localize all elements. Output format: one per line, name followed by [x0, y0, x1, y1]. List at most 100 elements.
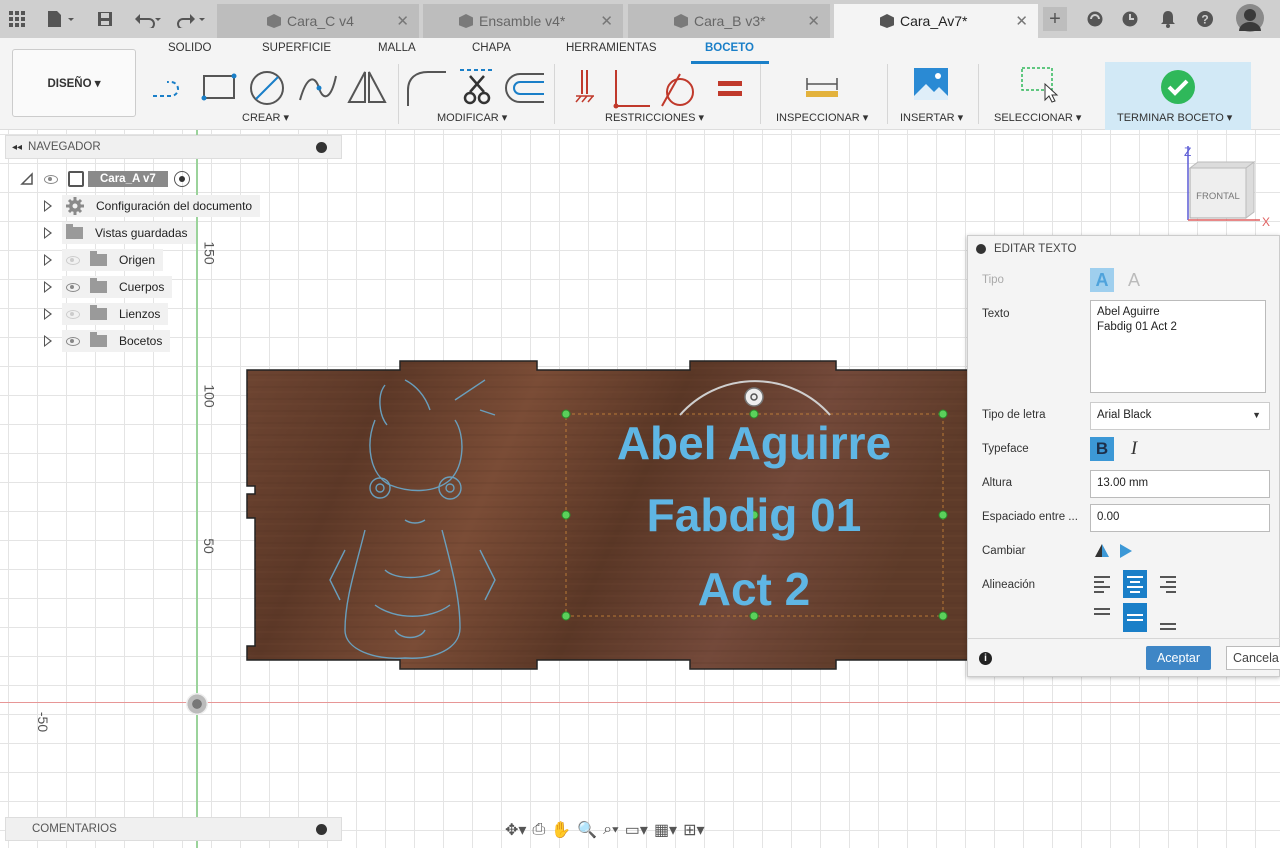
visibility-eye-icon[interactable] — [66, 282, 80, 292]
group-modificar[interactable]: MODIFICAR ▾ — [437, 111, 507, 124]
align-bottom-button[interactable] — [1156, 608, 1180, 632]
root-component-label[interactable]: Cara_A v7 — [88, 171, 168, 187]
undo-icon[interactable] — [132, 8, 166, 30]
mirror-tool-icon[interactable] — [345, 68, 387, 108]
font-select[interactable]: Arial Black ▼ — [1090, 402, 1270, 430]
group-terminar[interactable]: TERMINAR BOCETO ▾ — [1117, 111, 1232, 124]
fillet-tool-icon[interactable] — [404, 68, 448, 108]
trim-tool-icon[interactable] — [456, 66, 498, 108]
expand-triangle-icon[interactable] — [44, 335, 52, 347]
sketch-text-line-2[interactable]: Fabdig 01 — [647, 489, 862, 541]
sketch-text-line-3[interactable]: Act 2 — [698, 563, 810, 615]
help-icon[interactable]: ? — [1194, 8, 1216, 30]
sketch-board-body[interactable]: Abel Aguirre Fabdig 01 Act 2 — [245, 360, 970, 670]
close-icon[interactable]: ✕ — [1015, 12, 1028, 30]
visibility-eye-icon[interactable] — [66, 336, 80, 346]
navigator-item-origen[interactable]: Origen — [44, 249, 164, 271]
align-left-button[interactable] — [1090, 572, 1114, 596]
expand-triangle-icon[interactable] — [44, 200, 52, 212]
close-icon[interactable]: ✕ — [807, 12, 820, 30]
sketch-text-line-1[interactable]: Abel Aguirre — [617, 417, 891, 469]
navigator-header[interactable]: ◂◂ NAVEGADOR — [5, 135, 342, 159]
display-settings-icon[interactable]: ▭▾ — [625, 820, 648, 840]
comments-panel[interactable]: COMENTARIOS — [5, 817, 342, 841]
view-cube[interactable]: Z X FRONTAL — [1176, 140, 1276, 235]
bold-button[interactable]: B — [1090, 437, 1114, 461]
navigator-item-configuracion[interactable]: Configuración del documento — [44, 195, 261, 217]
grid-icon[interactable]: ▦▾ — [654, 820, 677, 840]
job-status-icon[interactable] — [1119, 8, 1141, 30]
align-center-button[interactable] — [1123, 570, 1147, 598]
info-icon[interactable]: i — [979, 652, 992, 665]
flip-horizontal-icon[interactable] — [1118, 543, 1134, 559]
notifications-icon[interactable] — [1157, 8, 1179, 30]
extensions-icon[interactable] — [1084, 8, 1106, 30]
fit-icon[interactable]: ⌕▾ — [603, 821, 619, 839]
height-input[interactable]: 13.00 mm — [1090, 470, 1270, 498]
tab-cara-a[interactable]: Cara_Av7* ✕ — [834, 4, 1038, 38]
visibility-eye-icon[interactable] — [44, 174, 58, 184]
redo-icon[interactable] — [176, 8, 210, 30]
circle-tool-icon[interactable] — [246, 68, 288, 108]
expand-triangle-icon[interactable] — [44, 308, 52, 320]
text-content-field[interactable]: Abel Aguirre Fabdig 01 Act 2 — [1090, 300, 1266, 393]
pan-hand-icon[interactable]: ✋ — [551, 820, 571, 840]
apps-grid-icon[interactable] — [6, 8, 28, 30]
zoom-icon[interactable]: 🔍 — [577, 820, 597, 840]
collapse-icon[interactable] — [976, 244, 986, 254]
spline-tool-icon[interactable] — [297, 70, 339, 106]
spacing-input[interactable]: 0.00 — [1090, 504, 1270, 532]
file-menu-icon[interactable] — [44, 8, 78, 30]
visibility-eye-icon[interactable] — [66, 255, 80, 265]
expand-triangle-icon[interactable] — [44, 254, 52, 266]
tab-ensamble[interactable]: Ensamble v4* ✕ — [423, 4, 623, 38]
tab-malla[interactable]: MALLA — [378, 42, 416, 54]
offset-tool-icon[interactable] — [502, 70, 546, 106]
align-top-button[interactable] — [1090, 604, 1114, 628]
tab-cara-b[interactable]: Cara_B v3* ✕ — [628, 4, 830, 38]
origin-point[interactable] — [186, 693, 208, 715]
group-crear[interactable]: CREAR ▾ — [242, 111, 289, 124]
coincident-constraint-icon[interactable] — [572, 68, 598, 108]
tab-chapa[interactable]: CHAPA — [472, 42, 511, 54]
flip-vertical-icon[interactable] — [1094, 543, 1110, 559]
new-tab-icon[interactable]: + — [1043, 7, 1067, 31]
tab-cara-c[interactable]: Cara_C v4 ✕ — [217, 4, 419, 38]
text-on-path-button[interactable]: A — [1122, 268, 1146, 292]
rectangle-tool-icon[interactable] — [200, 70, 238, 106]
align-middle-button[interactable] — [1123, 603, 1147, 632]
activate-radio-icon[interactable] — [173, 171, 190, 187]
tab-superficie[interactable]: SUPERFICIE — [262, 42, 331, 54]
expanded-triangle-icon[interactable] — [20, 172, 34, 186]
group-restricciones[interactable]: RESTRICCIONES ▾ — [605, 111, 704, 124]
visibility-eye-icon[interactable] — [66, 309, 80, 319]
navigator-item-cuerpos[interactable]: Cuerpos — [44, 276, 173, 298]
save-icon[interactable] — [94, 8, 116, 30]
navigator-item-vistas[interactable]: Vistas guardadas — [44, 222, 196, 244]
insert-image-icon[interactable] — [912, 66, 950, 104]
group-insertar[interactable]: INSERTAR ▾ — [900, 111, 963, 124]
navigator-item-lienzos[interactable]: Lienzos — [44, 303, 169, 325]
text-type-button[interactable]: A — [1090, 268, 1114, 292]
look-at-icon[interactable]: ⎙ — [532, 821, 545, 839]
viewports-icon[interactable]: ⊞▾ — [683, 820, 704, 840]
tab-herramientas[interactable]: HERRAMIENTAS — [566, 42, 657, 54]
expand-triangle-icon[interactable] — [44, 227, 52, 239]
select-tool-icon[interactable] — [1018, 66, 1060, 106]
close-icon[interactable]: ✕ — [600, 12, 613, 30]
tab-solido[interactable]: SOLIDO — [168, 42, 211, 54]
align-right-button[interactable] — [1156, 572, 1180, 596]
orbit-icon[interactable]: ✥▾ — [505, 820, 526, 840]
tab-boceto[interactable]: BOCETO — [705, 42, 754, 54]
navigator-item-bocetos[interactable]: Bocetos — [44, 330, 171, 352]
user-avatar[interactable] — [1236, 4, 1264, 32]
measure-tool-icon[interactable] — [804, 76, 840, 98]
dialog-header[interactable]: EDITAR TEXTO — [968, 236, 1280, 262]
group-seleccionar[interactable]: SELECCIONAR ▾ — [994, 111, 1081, 124]
perpendicular-constraint-icon[interactable] — [610, 68, 654, 110]
equal-constraint-icon[interactable] — [716, 78, 746, 100]
line-tool-icon[interactable] — [150, 72, 192, 106]
collapse-icon[interactable]: ◂◂ — [12, 142, 22, 153]
expand-triangle-icon[interactable] — [44, 281, 52, 293]
navigator-root[interactable]: Cara_A v7 — [20, 168, 190, 190]
